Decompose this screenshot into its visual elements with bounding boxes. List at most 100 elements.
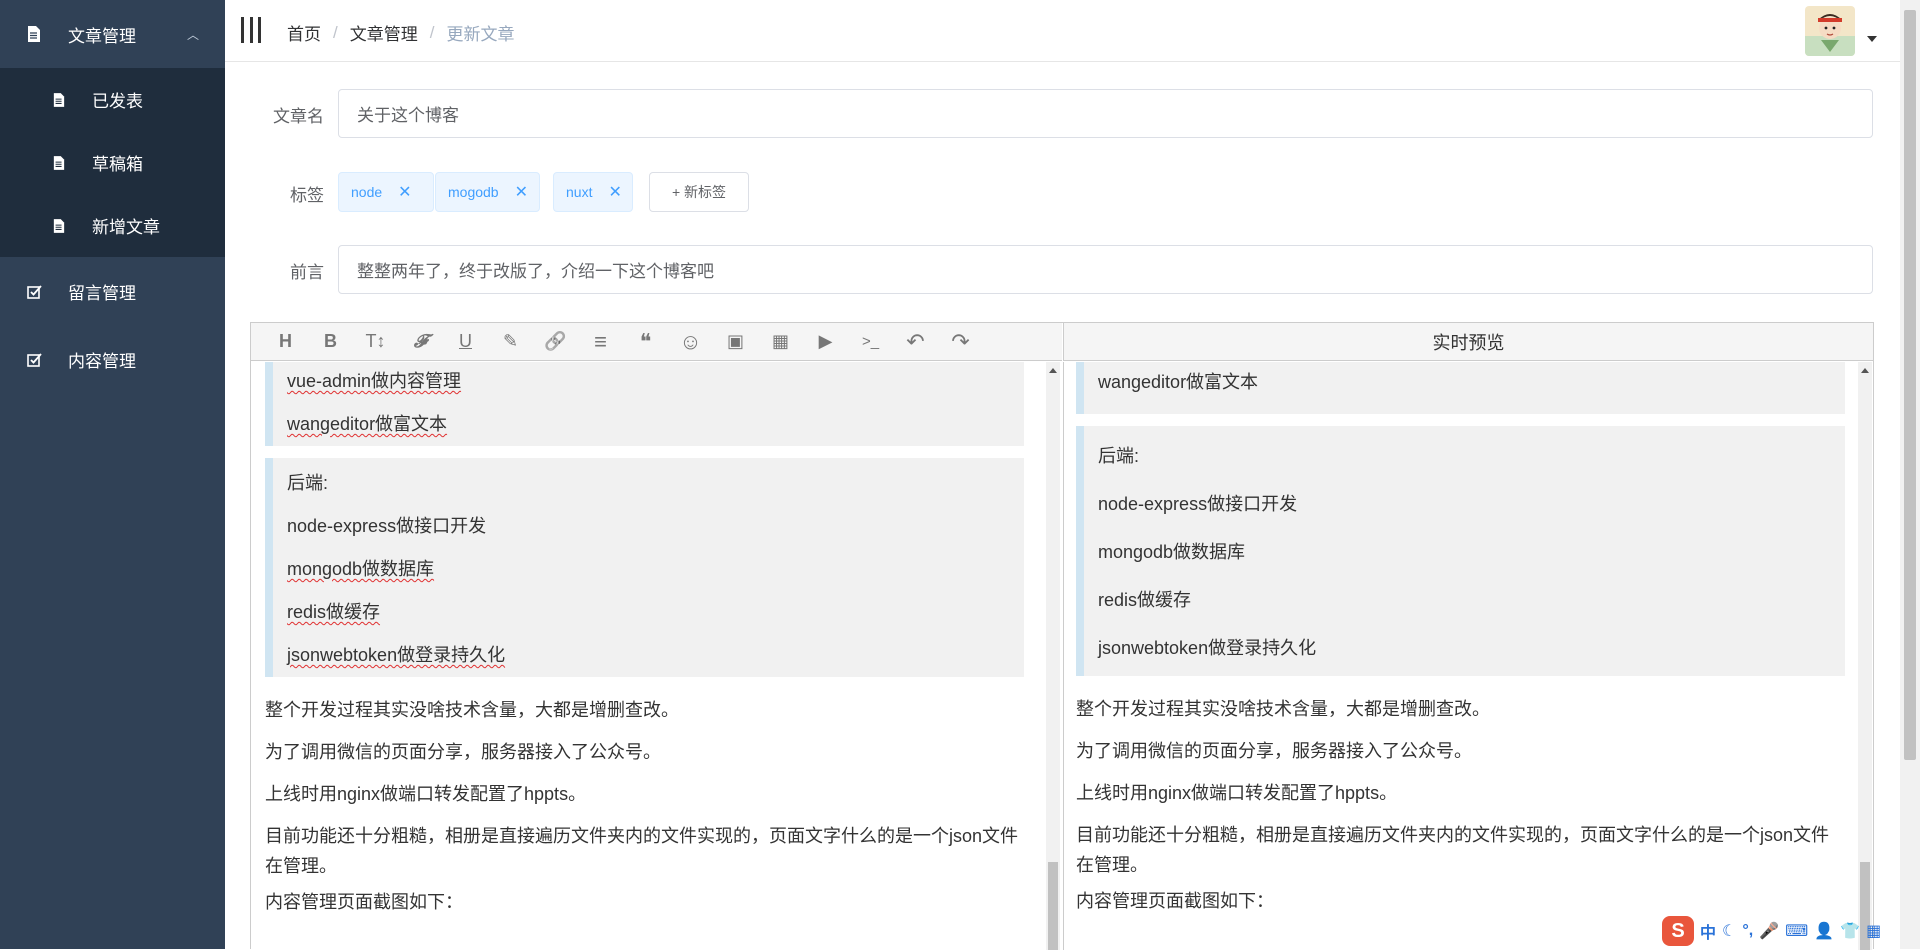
scrollbar-thumb[interactable] <box>1048 862 1058 950</box>
sidebar-item-label: 新增文章 <box>92 218 160 237</box>
menu-label: 内容管理 <box>68 351 136 371</box>
menu-article-management[interactable]: 文章管理 ︿ <box>0 0 225 68</box>
tag-label: node <box>351 184 383 200</box>
breadcrumb-separator: / <box>429 22 435 42</box>
sogou-logo-icon[interactable]: S <box>1662 916 1694 946</box>
keyboard-icon[interactable]: ⌨ <box>1785 921 1808 941</box>
quote-icon[interactable]: ❝ <box>623 323 668 361</box>
editor-line: jsonwebtoken做登录持久化 <box>287 645 506 665</box>
preview-header: 实时预览 <box>1063 323 1873 361</box>
sidebar-item-label: 已发表 <box>92 92 143 111</box>
sidebar-item-drafts[interactable]: 草稿箱 <box>0 131 225 194</box>
editor-paragraph: 内容管理页面截图如下： <box>265 892 463 912</box>
skin-icon[interactable]: 👤 <box>1814 921 1834 941</box>
moon-icon[interactable]: ☾ <box>1722 921 1736 941</box>
edit-check-icon <box>26 351 42 367</box>
table-icon[interactable]: ▦ <box>758 323 803 361</box>
preview-line: mongodb做数据库 <box>1098 542 1246 562</box>
article-submenu: 已发表 草稿箱 新增文章 <box>0 68 225 257</box>
top-navbar: 首页 / 文章管理 / 更新文章 <box>225 0 1900 62</box>
close-icon[interactable]: ✕ <box>608 182 621 202</box>
blockquote: 后端: node-express做接口开发 mongodb做数据库 redis做… <box>265 458 1024 677</box>
preview-line: node-express做接口开发 <box>1098 494 1298 514</box>
bold-icon[interactable]: B <box>308 323 353 361</box>
editor-scrollbar[interactable] <box>1046 362 1060 950</box>
article-title-input[interactable]: 关于这个博客 <box>338 89 1873 138</box>
hamburger-icon[interactable] <box>241 17 261 43</box>
preview-paragraph: 内容管理页面截图如下： <box>1076 891 1274 911</box>
grid-icon[interactable]: ▦ <box>1866 921 1881 941</box>
preview-paragraph: 上线时用nginx做端口转发配置了hppts。 <box>1076 783 1398 803</box>
new-tag-button[interactable]: + 新标签 <box>649 172 749 212</box>
align-icon[interactable]: ≡ <box>578 323 623 361</box>
close-icon[interactable]: ✕ <box>515 182 528 202</box>
editor-content-pane[interactable]: vue-admin做内容管理 wangeditor做富文本 后端: node-e… <box>251 362 1062 950</box>
document-icon <box>52 92 66 108</box>
font-size-icon[interactable]: T↕ <box>353 323 398 361</box>
shirt-icon[interactable]: 👕 <box>1840 921 1860 941</box>
scroll-up-icon[interactable] <box>1049 368 1057 373</box>
blockquote: vue-admin做内容管理 wangeditor做富文本 <box>265 362 1024 446</box>
breadcrumb-home[interactable]: 首页 <box>287 20 321 45</box>
document-icon <box>26 26 42 42</box>
avatar[interactable] <box>1805 6 1855 56</box>
document-icon <box>52 155 66 171</box>
scroll-up-icon[interactable] <box>1861 368 1869 373</box>
redo-icon[interactable]: ↷ <box>938 323 983 361</box>
underline-icon[interactable]: U <box>443 323 488 361</box>
link-icon[interactable]: 🔗 <box>533 323 578 361</box>
ime-mode[interactable]: 中 <box>1700 919 1716 943</box>
video-icon[interactable]: ▶ <box>803 323 848 361</box>
rich-text-editor: H B T↕ 𝓕 U ✎ 🔗 ≡ ❝ ☺ ▣ ▦ ▶ >_ ↶ ↷ 实时预览 v… <box>250 322 1874 950</box>
heading-icon[interactable]: H <box>263 323 308 361</box>
editor-paragraph: 整个开发过程其实没啥技术含量，大都是增删查改。 <box>265 700 679 720</box>
preview-line: redis做缓存 <box>1098 590 1192 610</box>
mic-icon[interactable]: 🎤 <box>1759 921 1779 941</box>
preview-line: wangeditor做富文本 <box>1098 372 1259 392</box>
breadcrumb-current: 更新文章 <box>446 25 515 44</box>
preview-line: jsonwebtoken做登录持久化 <box>1098 638 1317 658</box>
tag-nuxt: nuxt ✕ <box>553 172 633 212</box>
undo-icon[interactable]: ↶ <box>893 323 938 361</box>
editor-paragraph: 上线时用nginx做端口转发配置了hppts。 <box>265 784 587 804</box>
preview-scrollbar[interactable] <box>1858 362 1872 950</box>
image-icon[interactable]: ▣ <box>713 323 758 361</box>
tag-label: mogodb <box>448 184 499 200</box>
tag-node: node ✕ <box>338 172 434 212</box>
font-family-icon[interactable]: 𝓕 <box>398 323 443 361</box>
breadcrumb-article-management[interactable]: 文章管理 <box>350 20 418 45</box>
chevron-up-icon: ︿ <box>186 27 199 42</box>
blockquote: wangeditor做富文本 <box>1076 362 1845 414</box>
document-icon <box>52 218 66 234</box>
menu-comment-management[interactable]: 留言管理 <box>0 257 225 325</box>
emoji-icon[interactable]: ☺ <box>668 323 713 361</box>
sidebar-item-new-article[interactable]: 新增文章 <box>0 194 225 257</box>
punctuation-icon[interactable]: °, <box>1742 922 1753 940</box>
preview-paragraph: 为了调用微信的页面分享，服务器接入了公众号。 <box>1076 741 1472 761</box>
sidebar: 文章管理 ︿ 已发表 草稿箱 新增文章 留言管理 内容管理 <box>0 0 225 949</box>
preface-input[interactable]: 整整两年了，终于改版了，介绍一下这个博客吧 <box>338 245 1873 294</box>
preface-label: 前言 <box>290 263 324 282</box>
brush-icon[interactable]: ✎ <box>488 323 533 361</box>
editor-line: vue-admin做内容管理 <box>287 371 462 391</box>
code-icon[interactable]: >_ <box>848 323 893 361</box>
tags-label: 标签 <box>290 186 324 205</box>
preview-paragraph: 整个开发过程其实没啥技术含量，大都是增删查改。 <box>1076 699 1490 719</box>
editor-line: node-express做接口开发 <box>287 516 487 536</box>
editor-paragraph: 目前功能还十分粗糙，相册是直接遍历文件夹内的文件实现的，页面文字什么的是一个js… <box>265 826 1019 876</box>
sidebar-item-label: 草稿箱 <box>92 155 143 174</box>
title-label: 文章名 <box>273 107 324 126</box>
page-scrollbar[interactable] <box>1900 0 1920 949</box>
blockquote: 后端: node-express做接口开发 mongodb做数据库 redis做… <box>1076 426 1845 676</box>
preview-line: 后端: <box>1098 446 1140 466</box>
sidebar-item-published[interactable]: 已发表 <box>0 68 225 131</box>
editor-line: wangeditor做富文本 <box>287 414 448 434</box>
editor-line: redis做缓存 <box>287 602 381 622</box>
close-icon[interactable]: ✕ <box>398 182 411 202</box>
menu-content-management[interactable]: 内容管理 <box>0 325 225 393</box>
caret-down-icon[interactable] <box>1867 36 1877 42</box>
preview-paragraph: 目前功能还十分粗糙，相册是直接遍历文件夹内的文件实现的，页面文字什么的是一个js… <box>1076 825 1830 875</box>
editor-toolbar: H B T↕ 𝓕 U ✎ 🔗 ≡ ❝ ☺ ▣ ▦ ▶ >_ ↶ ↷ <box>251 323 1062 361</box>
ime-toolbar: S 中 ☾ °, 🎤 ⌨ 👤 👕 ▦ <box>1662 916 1894 946</box>
scrollbar-thumb[interactable] <box>1904 10 1916 760</box>
